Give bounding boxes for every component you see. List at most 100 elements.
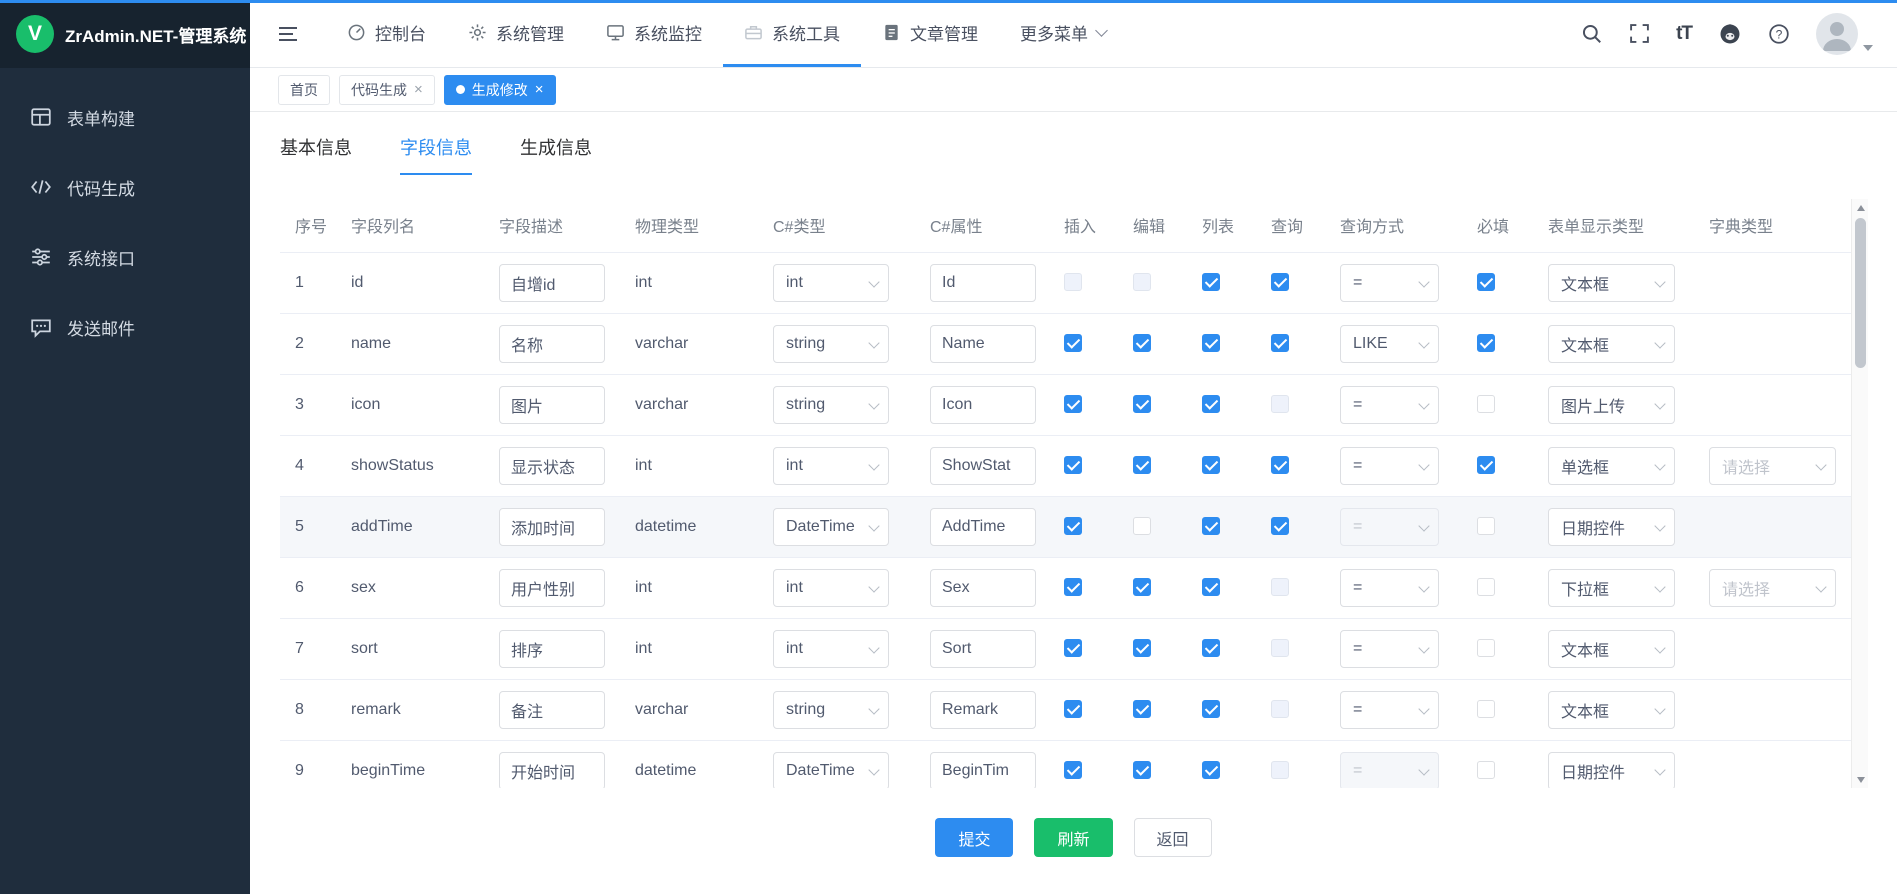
query-mode-select[interactable]: = [1340, 447, 1439, 485]
csharp-property-input[interactable] [930, 630, 1036, 668]
csharp-type-select[interactable]: string [773, 325, 889, 363]
scrollbar-thumb[interactable] [1855, 218, 1866, 368]
query-mode-select[interactable]: = [1340, 569, 1439, 607]
query-checkbox[interactable] [1271, 395, 1289, 413]
csharp-property-input[interactable] [930, 508, 1036, 546]
tab-generate-info[interactable]: 生成信息 [520, 134, 592, 175]
insert-checkbox[interactable] [1064, 456, 1082, 474]
nav-item-system-monitor[interactable]: 系统监控 [585, 0, 723, 67]
query-mode-select[interactable]: = [1340, 386, 1439, 424]
nav-item-article-manage[interactable]: 文章管理 [861, 0, 999, 67]
csharp-property-input[interactable] [930, 691, 1036, 729]
font-size-icon[interactable]: tT [1676, 23, 1692, 45]
edit-checkbox[interactable] [1133, 334, 1151, 352]
tag-generate-edit[interactable]: 生成修改 × [444, 75, 556, 105]
query-mode-select[interactable]: = [1340, 691, 1439, 729]
description-input[interactable] [499, 325, 605, 363]
description-input[interactable] [499, 630, 605, 668]
description-input[interactable] [499, 386, 605, 424]
dict-type-select[interactable]: 请选择 [1709, 569, 1836, 607]
description-input[interactable] [499, 264, 605, 302]
edit-checkbox[interactable] [1133, 700, 1151, 718]
display-type-select[interactable]: 单选框 [1548, 447, 1675, 485]
search-icon[interactable] [1581, 23, 1603, 45]
csharp-property-input[interactable] [930, 569, 1036, 607]
edit-checkbox[interactable] [1133, 456, 1151, 474]
refresh-button[interactable]: 刷新 [1034, 818, 1112, 857]
csharp-property-input[interactable] [930, 264, 1036, 302]
description-input[interactable] [499, 569, 605, 607]
display-type-select[interactable]: 下拉框 [1548, 569, 1675, 607]
list-checkbox[interactable] [1202, 639, 1220, 657]
github-icon[interactable] [1718, 22, 1742, 46]
list-checkbox[interactable] [1202, 517, 1220, 535]
csharp-property-input[interactable] [930, 447, 1036, 485]
required-checkbox[interactable] [1477, 517, 1495, 535]
close-icon[interactable]: × [535, 82, 544, 97]
close-icon[interactable]: × [414, 82, 423, 97]
list-checkbox[interactable] [1202, 578, 1220, 596]
display-type-select[interactable]: 文本框 [1548, 630, 1675, 668]
dict-type-select[interactable]: 请选择 [1709, 447, 1836, 485]
required-checkbox[interactable] [1477, 578, 1495, 596]
query-mode-select[interactable]: = [1340, 630, 1439, 668]
csharp-type-select[interactable]: int [773, 447, 889, 485]
query-checkbox[interactable] [1271, 334, 1289, 352]
help-icon[interactable]: ? [1768, 23, 1790, 45]
description-input[interactable] [499, 752, 605, 789]
edit-checkbox[interactable] [1133, 395, 1151, 413]
csharp-type-select[interactable]: string [773, 691, 889, 729]
csharp-property-input[interactable] [930, 752, 1036, 789]
edit-checkbox[interactable] [1133, 761, 1151, 779]
list-checkbox[interactable] [1202, 761, 1220, 779]
tab-field-info[interactable]: 字段信息 [400, 134, 472, 175]
sidebar-item-form-builder[interactable]: 表单构建 [0, 82, 250, 152]
list-checkbox[interactable] [1202, 273, 1220, 291]
tag-code-generate[interactable]: 代码生成 × [339, 75, 435, 105]
query-checkbox[interactable] [1271, 700, 1289, 718]
query-checkbox[interactable] [1271, 761, 1289, 779]
query-checkbox[interactable] [1271, 273, 1289, 291]
user-avatar[interactable] [1816, 13, 1873, 55]
required-checkbox[interactable] [1477, 395, 1495, 413]
display-type-select[interactable]: 日期控件 [1548, 508, 1675, 546]
csharp-property-input[interactable] [930, 325, 1036, 363]
tab-basic-info[interactable]: 基本信息 [280, 134, 352, 175]
query-checkbox[interactable] [1271, 517, 1289, 535]
edit-checkbox[interactable] [1133, 639, 1151, 657]
query-mode-select[interactable]: = [1340, 752, 1439, 789]
list-checkbox[interactable] [1202, 395, 1220, 413]
hamburger-icon[interactable] [276, 22, 300, 46]
csharp-property-input[interactable] [930, 386, 1036, 424]
display-type-select[interactable]: 日期控件 [1548, 752, 1675, 789]
description-input[interactable] [499, 447, 605, 485]
query-checkbox[interactable] [1271, 639, 1289, 657]
csharp-type-select[interactable]: DateTime [773, 508, 889, 546]
description-input[interactable] [499, 508, 605, 546]
display-type-select[interactable]: 文本框 [1548, 325, 1675, 363]
sidebar-item-send-mail[interactable]: 发送邮件 [0, 292, 250, 362]
insert-checkbox[interactable] [1064, 517, 1082, 535]
scrollbar-up-arrow[interactable] [1852, 199, 1868, 216]
submit-button[interactable]: 提交 [935, 818, 1013, 857]
list-checkbox[interactable] [1202, 456, 1220, 474]
nav-item-system-manage[interactable]: 系统管理 [447, 0, 585, 67]
insert-checkbox[interactable] [1064, 578, 1082, 596]
query-mode-select[interactable]: = [1340, 264, 1439, 302]
sidebar-item-api[interactable]: 系统接口 [0, 222, 250, 292]
csharp-type-select[interactable]: int [773, 630, 889, 668]
tag-home[interactable]: 首页 [278, 75, 330, 105]
display-type-select[interactable]: 文本框 [1548, 264, 1675, 302]
list-checkbox[interactable] [1202, 334, 1220, 352]
csharp-type-select[interactable]: string [773, 386, 889, 424]
description-input[interactable] [499, 691, 605, 729]
required-checkbox[interactable] [1477, 334, 1495, 352]
fullscreen-icon[interactable] [1629, 23, 1650, 44]
required-checkbox[interactable] [1477, 761, 1495, 779]
nav-item-console[interactable]: 控制台 [326, 0, 447, 67]
insert-checkbox[interactable] [1064, 395, 1082, 413]
logo-bar[interactable]: V ZrAdmin.NET-管理系统 [0, 0, 250, 68]
csharp-type-select[interactable]: int [773, 264, 889, 302]
query-mode-select[interactable]: = [1340, 508, 1439, 546]
required-checkbox[interactable] [1477, 456, 1495, 474]
